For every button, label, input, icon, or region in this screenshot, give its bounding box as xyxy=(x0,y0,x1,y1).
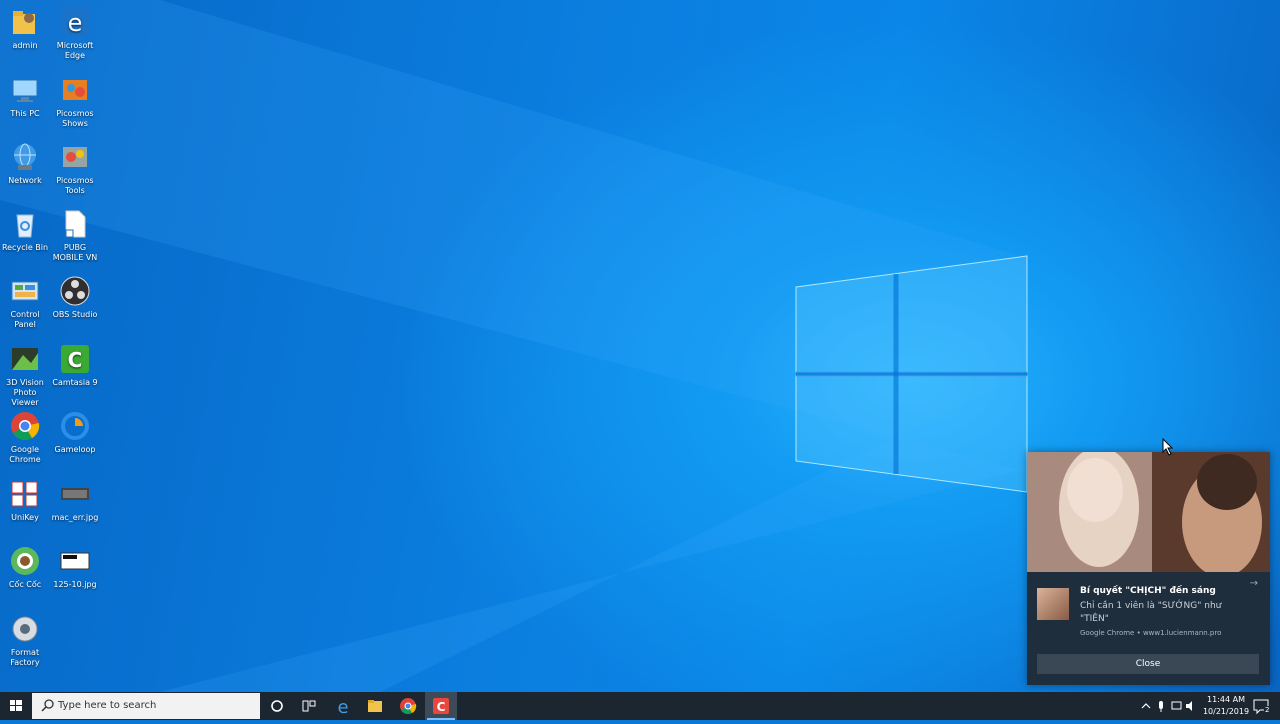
desktop-icon-label: PUBG MOBILE VN xyxy=(52,243,98,262)
control-panel-icon xyxy=(9,275,41,307)
notification-title: Bí quyết "CHỊCH" đến sáng xyxy=(1080,586,1216,596)
desktop-icon-picosmos-tools[interactable]: Picosmos Tools xyxy=(50,137,100,196)
desktop-icon-label: UniKey xyxy=(11,513,39,522)
desktop-icon-label: 3D Vision Photo Viewer xyxy=(6,378,44,407)
edge-icon: e xyxy=(337,697,348,718)
desktop-icon-125-10[interactable]: 125-10.jpg xyxy=(50,541,100,590)
desktop-icon-label: admin xyxy=(12,41,38,50)
chrome-icon xyxy=(9,410,41,442)
notification-body: Chỉ cần 1 viên là "SƯỚNG" như "TIÊN" xyxy=(1080,601,1222,624)
desktop-icon-obs-studio[interactable]: OBS Studio xyxy=(50,271,100,320)
coccoc-icon xyxy=(9,545,41,577)
picosmos-icon xyxy=(59,74,91,106)
desktop-icon-label: This PC xyxy=(10,109,40,118)
desktop-icon-microsoft-edge[interactable]: e Microsoft Edge xyxy=(50,2,100,61)
desktop-icon-label: Picosmos Shows xyxy=(56,109,94,128)
edge-icon: e xyxy=(59,6,91,38)
desktop-icon-label: Google Chrome xyxy=(9,445,41,464)
action-center-button[interactable]: 2 xyxy=(1248,692,1280,720)
task-view-button[interactable] xyxy=(293,692,325,720)
expand-arrow-icon[interactable]: → xyxy=(1250,578,1258,589)
camtasia-icon: C xyxy=(59,343,91,375)
desktop-icon-coccoc[interactable]: Cốc Cốc xyxy=(0,541,50,590)
desktop-icon-camtasia[interactable]: C Camtasia 9 xyxy=(50,339,100,388)
taskbar: Type here to search e C 11:44 AM 10/21/2… xyxy=(0,692,1280,720)
svg-text:e: e xyxy=(68,9,83,37)
file-shortcut-icon xyxy=(59,208,91,240)
desktop-icon-label: Gameloop xyxy=(54,445,96,454)
notification-source: Google Chrome • www1.lucienmann.pro xyxy=(1080,629,1222,637)
svg-text:C: C xyxy=(437,700,446,714)
image-file-icon xyxy=(59,545,91,577)
taskbar-chrome-button[interactable] xyxy=(392,692,424,720)
desktop-icon-label: Microsoft Edge xyxy=(56,41,94,60)
camtasia-icon: C xyxy=(433,698,449,714)
format-factory-icon xyxy=(9,613,41,645)
obs-icon xyxy=(59,275,91,307)
desktop-icon-recycle-bin[interactable]: Recycle Bin xyxy=(0,204,50,253)
desktop-icon-google-chrome[interactable]: Google Chrome xyxy=(0,406,50,465)
recycle-bin-icon xyxy=(9,208,41,240)
desktop-icon-label: Network xyxy=(8,176,42,185)
taskbar-camtasia-button[interactable]: C xyxy=(425,692,457,720)
user-folder-icon xyxy=(9,6,41,38)
desktop-icon-label: Format Factory xyxy=(10,648,40,667)
unikey-icon xyxy=(9,478,41,510)
desktop-icon-unikey[interactable]: UniKey xyxy=(0,474,50,523)
desktop-icon-label: Recycle Bin xyxy=(1,243,49,252)
notification-thumbnail xyxy=(1037,588,1069,620)
windows-logo-icon xyxy=(10,700,22,711)
taskbar-search-box[interactable]: Type here to search xyxy=(32,693,260,719)
computer-icon xyxy=(9,74,41,106)
desktop-icon-format-factory[interactable]: Format Factory xyxy=(0,609,50,668)
desktop-icon-label: Control Panel xyxy=(10,310,40,329)
svg-text:e: e xyxy=(337,697,348,718)
clock-date: 10/21/2019 xyxy=(1202,707,1250,716)
taskbar-edge-button[interactable]: e xyxy=(327,692,359,720)
desktop-icon-label: Camtasia 9 xyxy=(52,378,98,387)
desktop-icon-mac-err[interactable]: mac_err.jpg xyxy=(50,474,100,523)
cortana-button[interactable] xyxy=(261,692,293,720)
start-button[interactable] xyxy=(0,692,32,720)
clock-time: 11:44 AM xyxy=(1207,695,1245,704)
desktop-icon-network[interactable]: Network xyxy=(0,137,50,186)
system-tray-icons[interactable] xyxy=(1138,692,1194,720)
desktop-icon-label: Picosmos Tools xyxy=(56,176,94,195)
picosmos-tools-icon xyxy=(59,141,91,173)
image-file-icon xyxy=(59,478,91,510)
desktop-icon-label: Cốc Cốc xyxy=(8,580,42,589)
desktop-icon-label: OBS Studio xyxy=(52,310,98,319)
chrome-icon xyxy=(400,698,417,715)
task-view-icon xyxy=(302,700,316,712)
desktop-icon-3d-vision[interactable]: 3D Vision Photo Viewer xyxy=(0,339,50,408)
desktop-icon-picosmos-shows[interactable]: Picosmos Shows xyxy=(50,70,100,129)
taskbar-clock[interactable]: 11:44 AM 10/21/2019 xyxy=(1196,694,1256,718)
svg-text:C: C xyxy=(68,348,83,372)
desktop-icon-label: mac_err.jpg xyxy=(51,513,99,522)
cortana-icon xyxy=(271,700,283,712)
desktop-icon-pubg-mobile[interactable]: PUBG MOBILE VN xyxy=(50,204,100,263)
desktop-icon-this-pc[interactable]: This PC xyxy=(0,70,50,119)
gameloop-icon xyxy=(59,410,91,442)
desktop-icon-label: 125-10.jpg xyxy=(53,580,97,589)
desktop-icon-control-panel[interactable]: Control Panel xyxy=(0,271,50,330)
desktop-icon-gameloop[interactable]: Gameloop xyxy=(50,406,100,455)
file-explorer-icon xyxy=(368,700,382,712)
notification-count-badge: 2 xyxy=(1264,706,1271,714)
notification-close-button[interactable]: Close xyxy=(1037,654,1259,674)
3d-vision-icon xyxy=(9,343,41,375)
mouse-cursor-icon xyxy=(1162,438,1174,456)
network-icon xyxy=(9,141,41,173)
notification-hero-image xyxy=(1027,452,1270,572)
desktop-icon-admin[interactable]: admin xyxy=(0,2,50,51)
search-icon xyxy=(41,699,54,712)
taskbar-file-explorer-button[interactable] xyxy=(359,692,391,720)
search-placeholder: Type here to search xyxy=(58,700,157,711)
chrome-notification-toast[interactable]: → Bí quyết "CHỊCH" đến sáng Chỉ cần 1 vi… xyxy=(1027,452,1270,685)
